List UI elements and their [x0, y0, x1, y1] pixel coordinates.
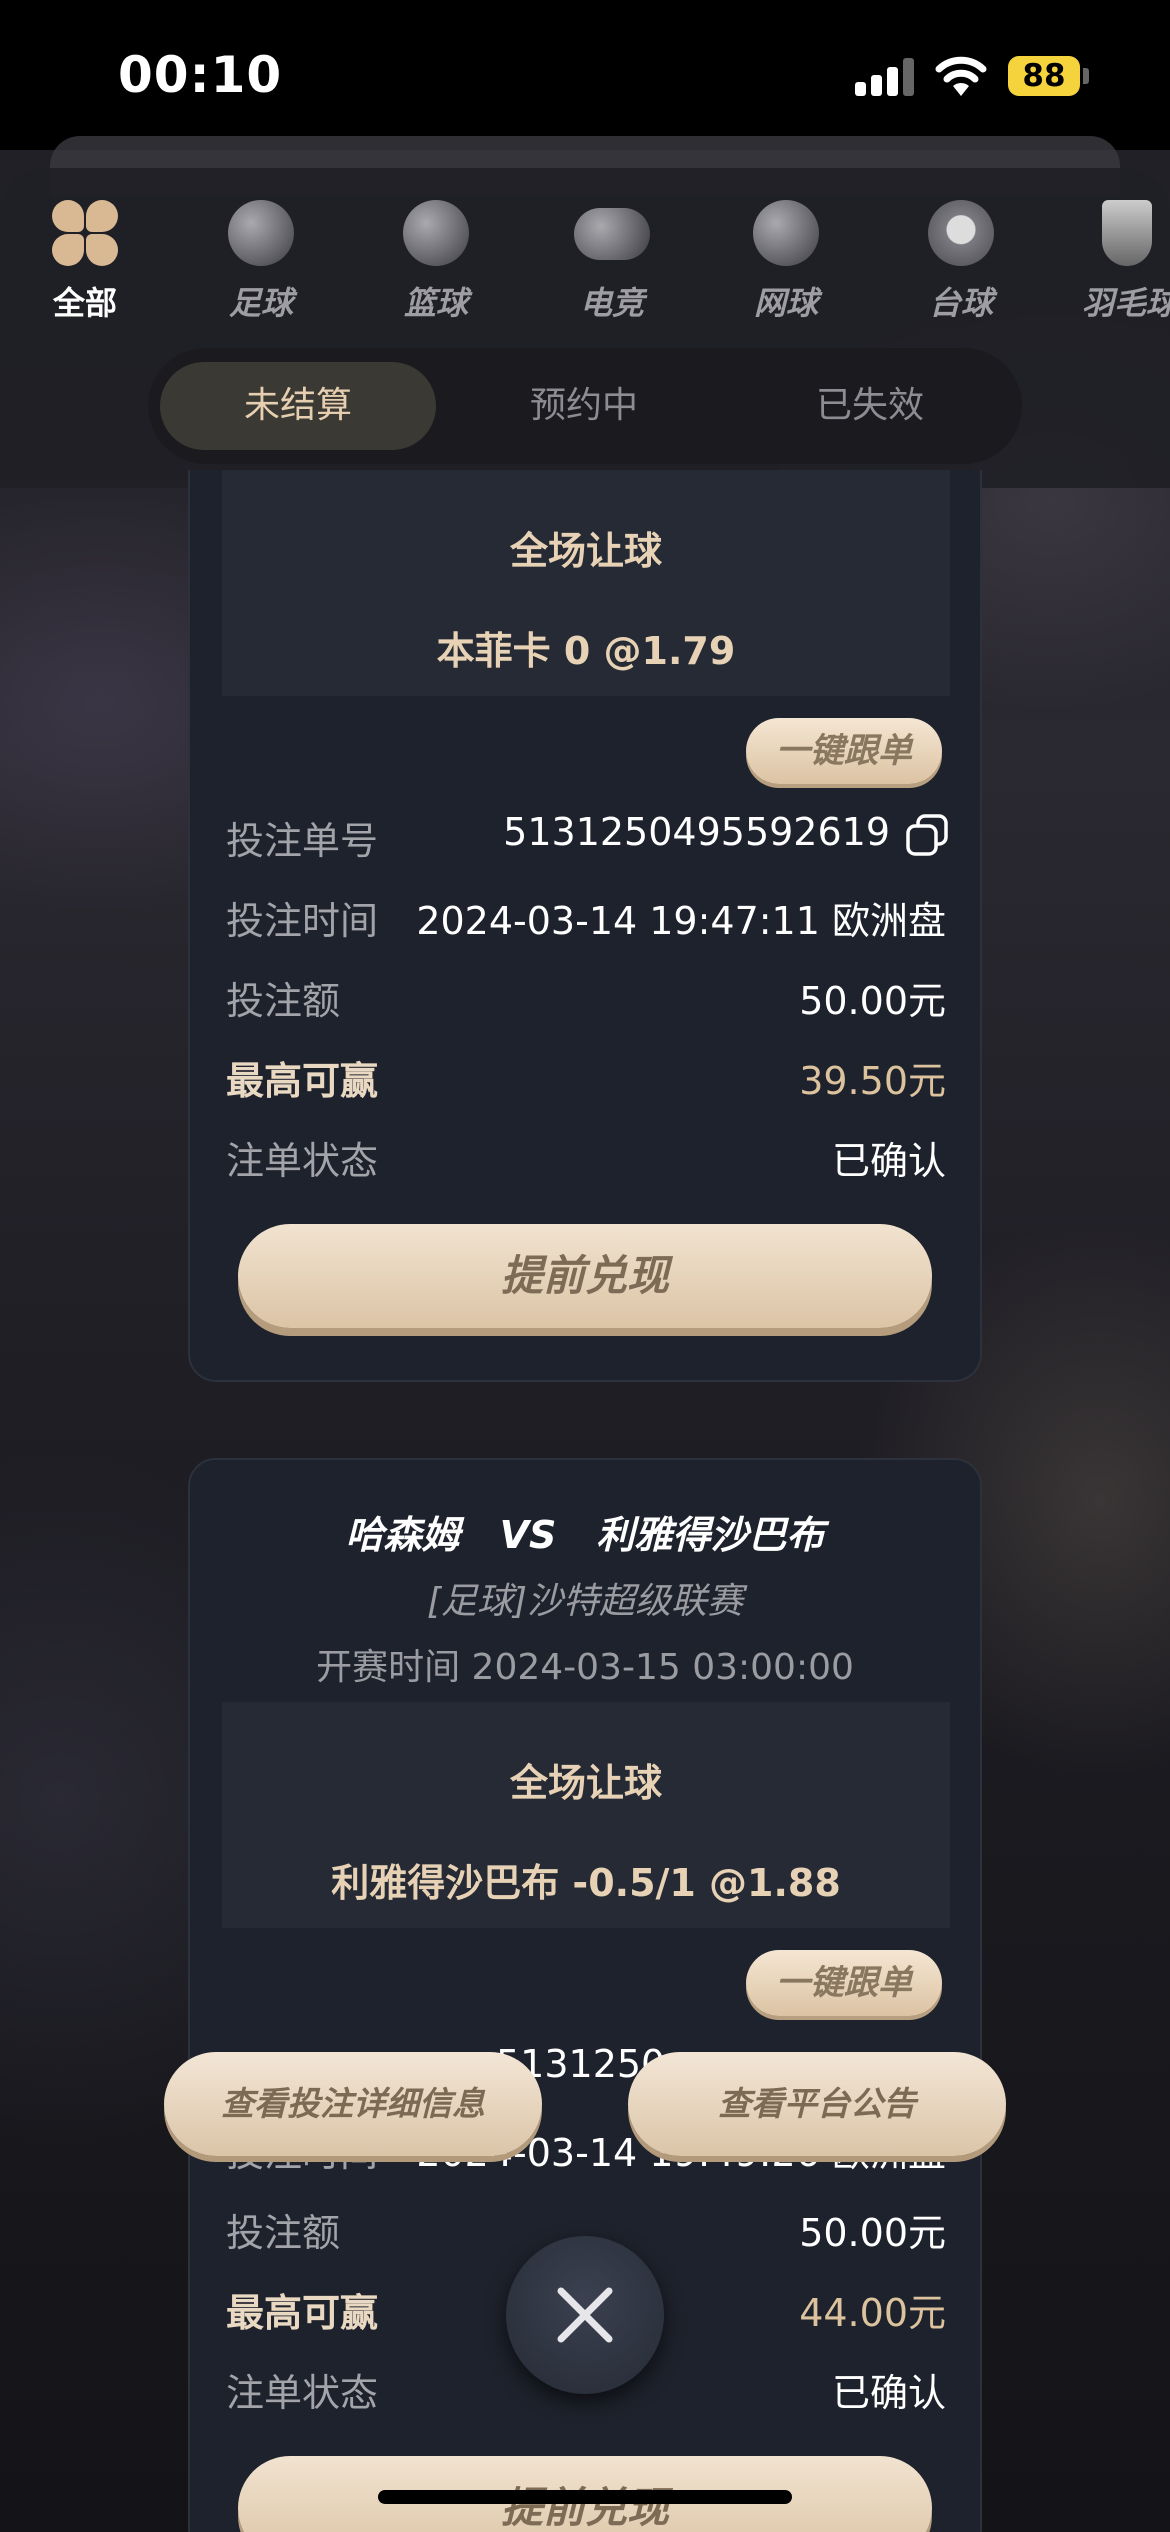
sport-category-bar: 全部 足球 篮球 电竞 网球 台球 羽毛球 [0, 200, 1170, 330]
category-label: 台球 [928, 284, 993, 322]
stake-amount: 50.00元 [799, 979, 946, 1023]
category-label: 网球 [753, 284, 818, 322]
category-badminton[interactable]: 羽毛球 [1062, 200, 1170, 324]
category-label: 足球 [228, 284, 293, 322]
tab-reserved[interactable]: 预约中 [446, 362, 722, 450]
bet-status: 已确认 [831, 2371, 946, 2415]
close-icon [557, 2287, 613, 2343]
category-football[interactable]: 足球 [186, 200, 336, 324]
selection-odds: 利雅得沙巴布 -0.5/1 @1.88 [331, 1861, 841, 1905]
match-title: 哈森姆 VS 利雅得沙巴布 [190, 1504, 980, 1559]
category-label: 篮球 [403, 284, 468, 322]
category-billiards[interactable]: 台球 [886, 200, 1036, 324]
max-win-amount: 44.00元 [799, 2291, 946, 2335]
row-label: 最高可赢 [226, 1059, 379, 1103]
status-bar: 00:10 88 [0, 0, 1170, 150]
bet-selection-box: 全场让球 利雅得沙巴布 -0.5/1 @1.88 [222, 1702, 950, 1928]
row-label: 投注时间 [226, 899, 379, 943]
row-label: 投注额 [226, 2211, 341, 2255]
bet-number-row: 投注单号 5131250495592619 [226, 810, 948, 870]
stake-amount: 50.00元 [799, 2211, 946, 2255]
bet-time: 2024-03-14 19:47:11 欧洲盘 [416, 899, 946, 943]
cashout-button[interactable]: 提前兑现 [238, 1224, 932, 1328]
tennis-icon [753, 200, 819, 266]
view-announcements-button[interactable]: 查看平台公告 [628, 2052, 1006, 2156]
row-label: 投注单号 [226, 819, 379, 863]
kickoff-time: 开赛时间 2024-03-15 03:00:00 [316, 1647, 854, 1688]
status-time: 00:10 [118, 46, 283, 104]
gamepad-icon [574, 208, 650, 260]
bet-selection-box: 全场让球 本菲卡 0 @1.79 [222, 470, 950, 696]
category-label: 羽毛球 [1082, 284, 1170, 322]
follow-bet-button[interactable]: 一键跟单 [746, 718, 942, 784]
tab-expired[interactable]: 已失效 [732, 362, 1008, 450]
max-win-row: 最高可赢 39.50元 [226, 1050, 946, 1110]
home-indicator[interactable] [378, 2490, 792, 2504]
home-team: 哈森姆 [345, 1513, 460, 1557]
row-label: 投注额 [226, 979, 341, 1023]
cellular-signal-icon [855, 58, 915, 96]
tab-unsettled[interactable]: 未结算 [160, 362, 436, 450]
bet-number: 5131250495592619 [503, 810, 890, 854]
market-name: 全场让球 [509, 1761, 662, 1805]
follow-bet-button[interactable]: 一键跟单 [746, 1950, 942, 2016]
wifi-icon [935, 56, 987, 96]
market-name: 全场让球 [509, 529, 662, 573]
vs-label: VS [499, 1513, 557, 1557]
copy-icon[interactable] [904, 812, 950, 858]
row-label: 注单状态 [226, 1139, 379, 1183]
league-name: [足球]沙特超级联赛 [426, 1581, 744, 1622]
selection-odds: 本菲卡 0 @1.79 [436, 629, 736, 673]
basketball-icon [403, 200, 469, 266]
row-label: 最高可赢 [226, 2291, 379, 2335]
battery-tip [1083, 68, 1089, 84]
category-tennis[interactable]: 网球 [711, 200, 861, 324]
clover-icon [52, 200, 118, 266]
category-label: 全部 [52, 284, 117, 322]
stake-row: 投注额 50.00元 [226, 970, 946, 1030]
bet-time-row: 投注时间 2024-03-14 19:47:11 欧洲盘 [226, 890, 946, 950]
category-all[interactable]: 全部 [10, 200, 160, 324]
status-row: 注单状态 已确认 [226, 1130, 946, 1190]
status-tabs: 未结算 预约中 已失效 [148, 348, 1022, 464]
category-esports[interactable]: 电竞 [537, 200, 687, 324]
football-icon [228, 200, 294, 266]
bet-status: 已确认 [831, 1139, 946, 1183]
max-win-amount: 39.50元 [799, 1059, 946, 1103]
away-team: 利雅得沙巴布 [596, 1513, 825, 1557]
category-label: 电竞 [579, 284, 644, 322]
view-bet-details-button[interactable]: 查看投注详细信息 [164, 2052, 542, 2156]
bet-card: 全场让球 本菲卡 0 @1.79 一键跟单 投注单号 5131250495592… [188, 470, 982, 1382]
shuttlecock-icon [1102, 200, 1152, 266]
close-button[interactable] [506, 2236, 664, 2394]
category-basketball[interactable]: 篮球 [361, 200, 511, 324]
row-label: 注单状态 [226, 2371, 379, 2415]
battery-level: 88 [1008, 56, 1080, 96]
billiards-icon [928, 200, 994, 266]
